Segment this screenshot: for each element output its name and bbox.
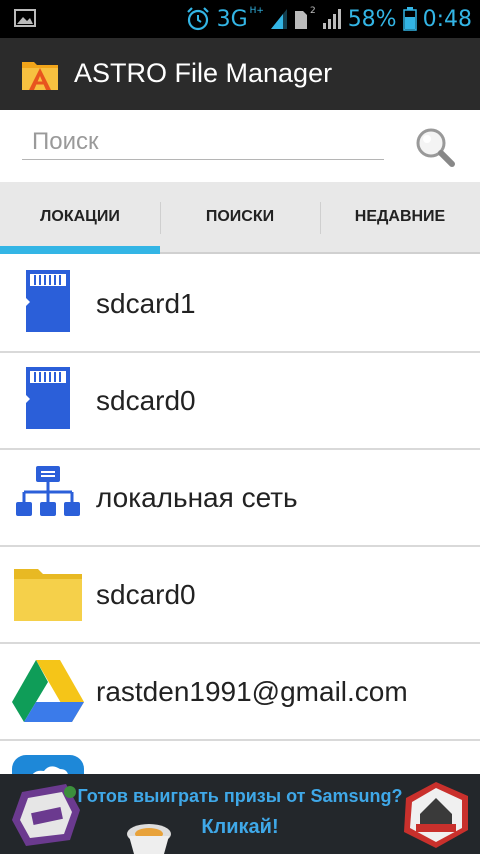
list-item-label: sdcard0 xyxy=(96,578,196,610)
list-item-local-network[interactable]: локальная сеть xyxy=(0,450,480,547)
search-bar xyxy=(0,110,480,182)
list-item-label: sdcard0 xyxy=(96,384,196,416)
sd-card-icon xyxy=(26,367,70,429)
search-input[interactable] xyxy=(22,124,384,160)
gallery-notification-icon xyxy=(14,9,36,27)
folder-icon xyxy=(14,569,82,621)
tab-locations[interactable]: ЛОКАЦИИ xyxy=(0,182,160,254)
list-item-folder-sdcard0[interactable]: sdcard0 xyxy=(0,547,480,644)
sim-icon xyxy=(294,11,307,29)
tab-label: НЕДАВНИЕ xyxy=(354,208,446,225)
app-title: ASTRO File Manager xyxy=(74,58,333,88)
coffee-cup-icon xyxy=(127,824,171,854)
astro-logo-icon[interactable] xyxy=(20,54,60,94)
signal-icon xyxy=(270,9,287,29)
battery-percent: 58% xyxy=(347,6,397,32)
signal-icon-2 xyxy=(322,9,341,29)
network-subtype: H+ xyxy=(249,6,264,16)
sd-card-icon xyxy=(26,270,70,332)
search-icon[interactable] xyxy=(412,124,458,170)
network-type: 3G xyxy=(216,6,248,32)
battery-icon xyxy=(402,7,417,31)
alarm-icon xyxy=(186,7,209,31)
sim-number: 2 xyxy=(309,6,316,16)
tab-label: ПОИСКИ xyxy=(205,208,275,225)
list-item-google-drive[interactable]: rastden1991@gmail.com xyxy=(0,644,480,741)
tab-searches[interactable]: ПОИСКИ xyxy=(160,182,320,252)
moscow-badge-icon xyxy=(404,782,468,848)
tab-recent[interactable]: НЕДАВНИЕ xyxy=(320,182,480,252)
status-bar: 3G H+ 2 58% 0:48 xyxy=(0,0,480,38)
clock: 0:48 xyxy=(422,6,472,32)
list-item-label: sdcard1 xyxy=(96,287,196,319)
locations-list: sdcard1 sdcard0 локальная сеть sdcard0 r… xyxy=(0,256,480,836)
tab-label: ЛОКАЦИИ xyxy=(40,208,120,225)
ad-banner[interactable]: Готов выиграть призы от Samsung? Кликай! xyxy=(0,774,480,854)
google-drive-icon xyxy=(12,660,84,722)
status-icons: 3G H+ 2 58% 0:48 xyxy=(185,0,472,38)
action-bar: ASTRO File Manager xyxy=(0,38,480,110)
network-icon xyxy=(16,466,80,516)
list-item-label: локальная сеть xyxy=(96,481,298,513)
list-item-sdcard0[interactable]: sdcard0 xyxy=(0,353,480,450)
list-item-label: rastden1991@gmail.com xyxy=(96,675,408,707)
tab-bar: ЛОКАЦИИ ПОИСКИ НЕДАВНИЕ xyxy=(0,182,480,254)
list-item-sdcard1[interactable]: sdcard1 xyxy=(0,256,480,353)
